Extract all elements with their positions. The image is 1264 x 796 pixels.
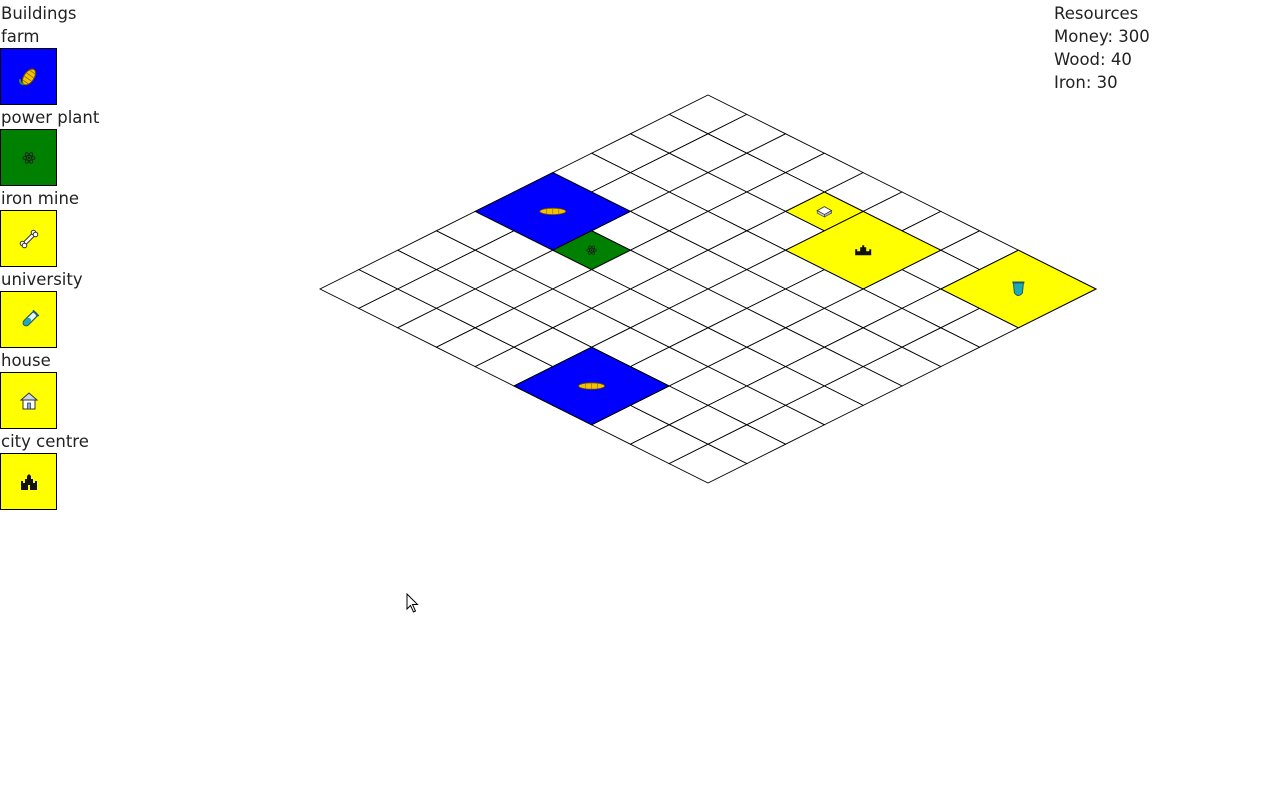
- house-button[interactable]: [0, 372, 57, 429]
- iron-value: Iron: 30: [1054, 73, 1118, 92]
- castle-icon: [20, 473, 37, 490]
- wood-value: Wood: 40: [1054, 50, 1132, 69]
- resources-heading: Resources: [1054, 4, 1139, 23]
- resources-panel: Resources Money: 300 Wood: 40 Iron: 30: [1054, 2, 1254, 94]
- farm-button[interactable]: [0, 48, 57, 105]
- iron-mine-button[interactable]: [0, 210, 57, 267]
- isometric-board: [318, 94, 1098, 484]
- city-centre-button[interactable]: [0, 453, 57, 510]
- house-icon: [19, 391, 38, 409]
- money-value: Money: 300: [1054, 27, 1150, 46]
- university-button[interactable]: [0, 291, 57, 348]
- test-tube-icon: [22, 309, 39, 326]
- corn-icon: [18, 68, 36, 85]
- house-label: house: [1, 351, 51, 370]
- buildings-heading: Buildings: [1, 4, 77, 23]
- mouse-cursor-icon: [406, 593, 419, 613]
- power-plant-label: power plant: [1, 108, 100, 127]
- power-plant-button[interactable]: [0, 129, 57, 186]
- atom-icon: [22, 151, 35, 164]
- buildings-panel: Buildings farm power plant iron mine uni…: [0, 2, 140, 511]
- city-centre-label: city centre: [1, 432, 89, 451]
- iron-mine-label: iron mine: [1, 189, 80, 208]
- farm-label: farm: [1, 27, 40, 46]
- bone-icon: [19, 229, 38, 248]
- university-label: university: [1, 270, 83, 289]
